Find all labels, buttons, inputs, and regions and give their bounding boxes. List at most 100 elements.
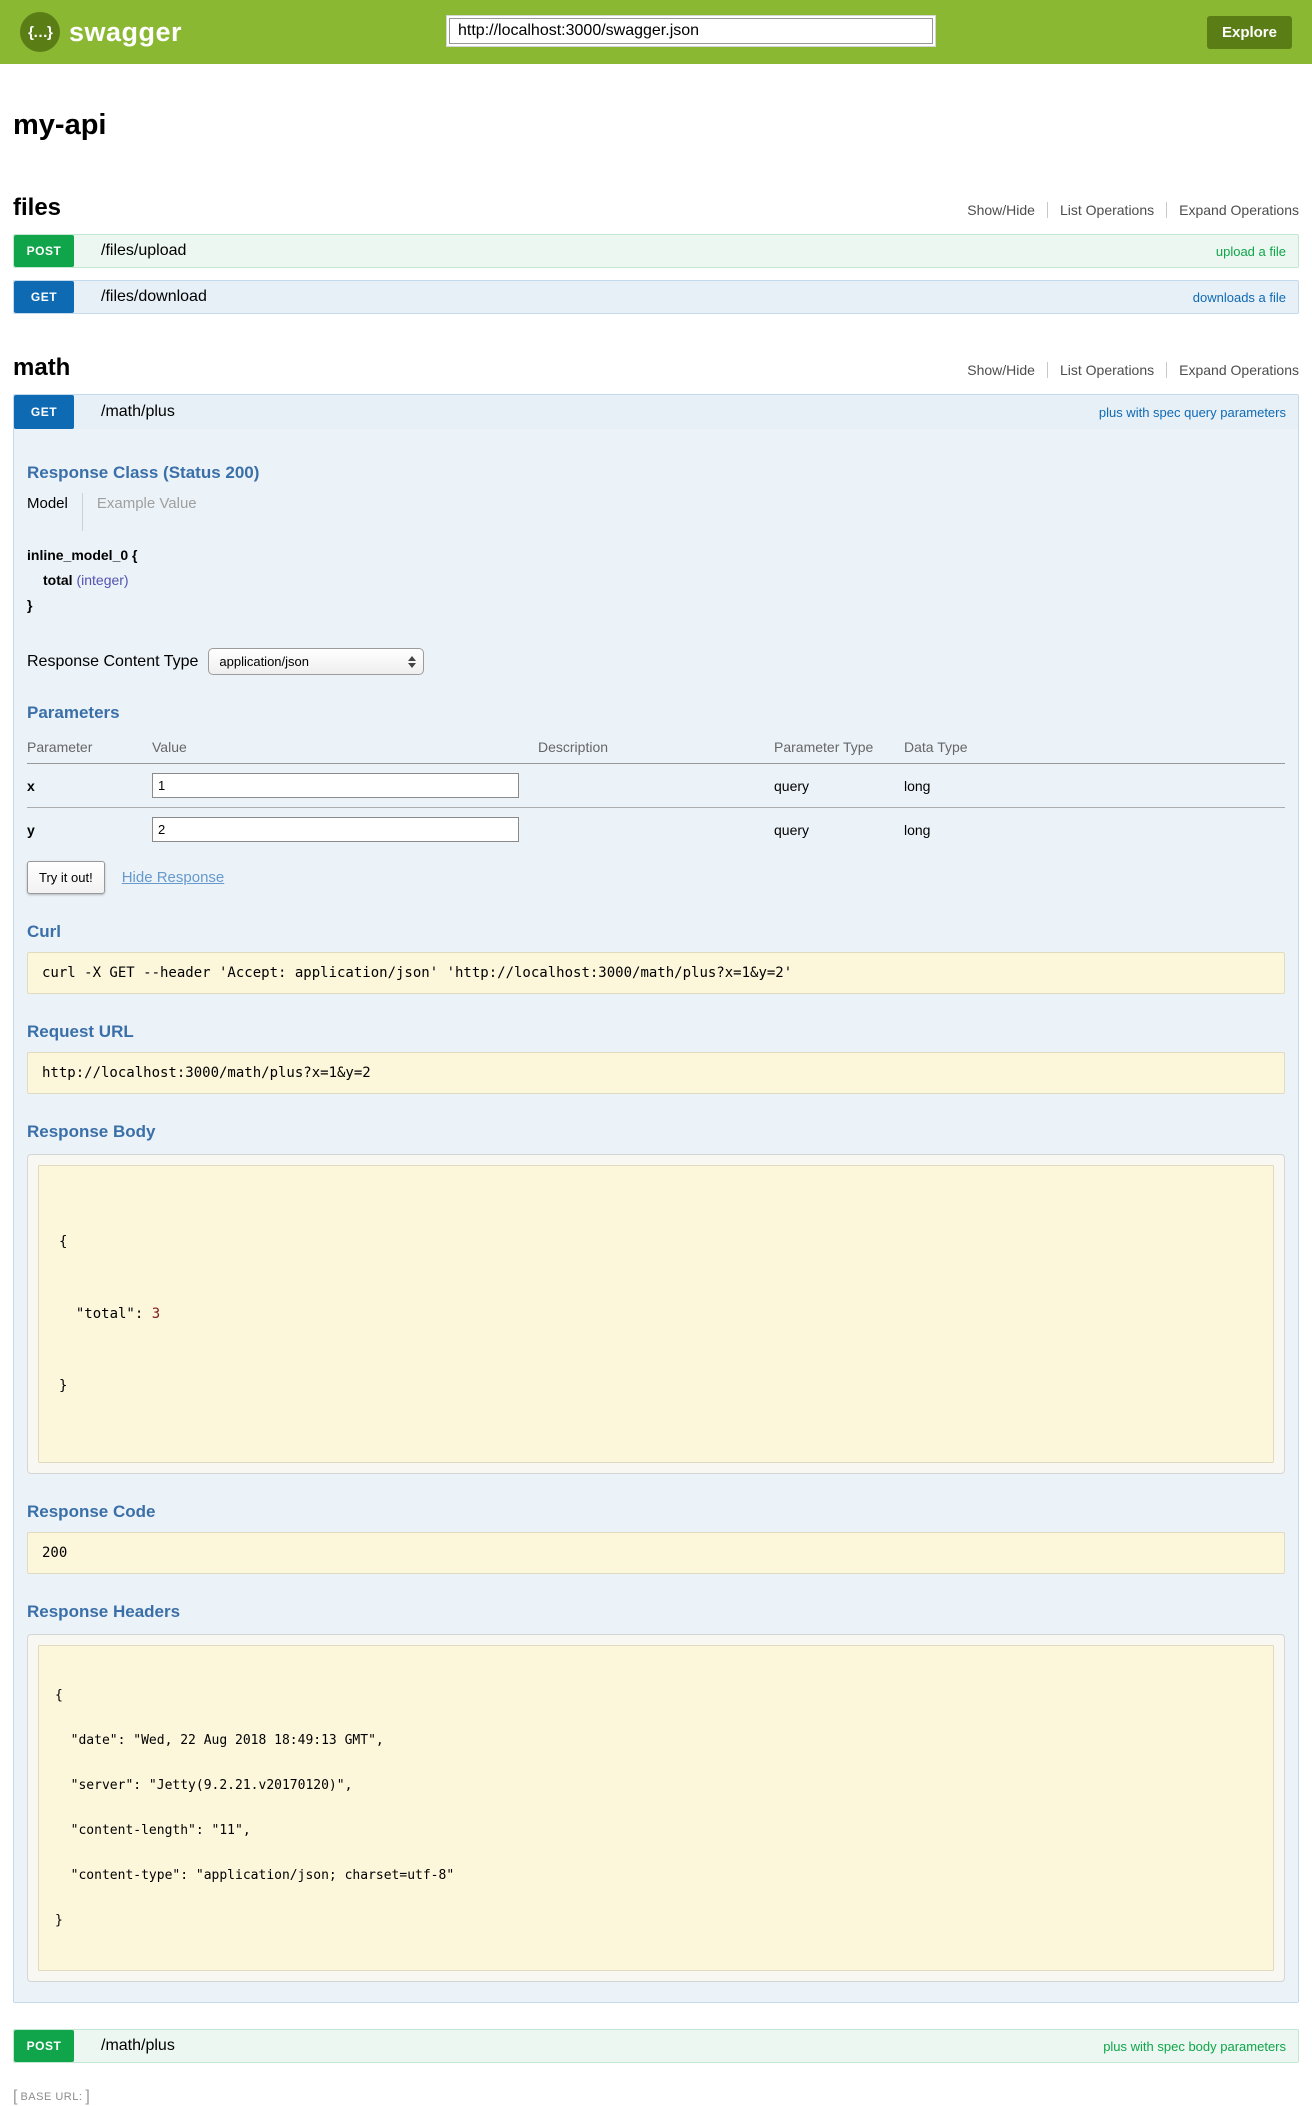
response-code-heading: Response Code: [27, 1502, 1285, 1522]
resource-title-files: files: [13, 194, 61, 222]
endpoint-path-link[interactable]: /math/plus: [101, 403, 175, 421]
parameters-table: Parameter Value Description Parameter Ty…: [27, 733, 1285, 851]
parameters-heading: Parameters: [27, 703, 1285, 723]
model-open-line: inline_model_0 {: [27, 543, 1285, 568]
model-tabs: Model Example Value: [27, 493, 1285, 531]
response-headers-heading: Response Headers: [27, 1602, 1285, 1622]
header-line: {: [55, 1688, 1257, 1703]
response-headers-container: { "date": "Wed, 22 Aug 2018 18:49:13 GMT…: [27, 1634, 1285, 1982]
response-body-heading: Response Body: [27, 1122, 1285, 1142]
model-property-name: total: [43, 572, 73, 588]
http-method-badge-post: POST: [14, 235, 74, 267]
response-code-box: 200: [27, 1532, 1285, 1574]
operation-content: Response Class (Status 200) Model Exampl…: [14, 429, 1298, 2002]
parameter-description: [538, 764, 774, 808]
list-operations-link[interactable]: List Operations: [1047, 202, 1166, 218]
column-header-parameter-type: Parameter Type: [774, 733, 904, 764]
expand-operations-link[interactable]: Expand Operations: [1166, 202, 1299, 218]
model-close-line: }: [27, 593, 1285, 618]
selected-content-type: application/json: [219, 654, 309, 669]
swagger-logo[interactable]: {…} swagger: [20, 12, 182, 52]
model-property-type: (integer): [76, 572, 128, 588]
request-url-heading: Request URL: [27, 1022, 1285, 1042]
column-header-data-type: Data Type: [904, 733, 1285, 764]
try-it-out-button[interactable]: Try it out!: [27, 861, 105, 894]
json-separator: :: [135, 1306, 152, 1322]
operation-heading: GET /math/plus plus with spec query para…: [14, 395, 1298, 429]
bracket-open: [: [13, 2088, 17, 2106]
expand-operations-link[interactable]: Expand Operations: [1166, 362, 1299, 378]
json-line: {: [59, 1230, 1253, 1254]
parameter-data-type: long: [904, 764, 1285, 808]
topbar: {…} swagger Explore: [0, 0, 1312, 64]
parameter-description: [538, 808, 774, 852]
column-header-parameter: Parameter: [27, 733, 152, 764]
endpoint-path-link[interactable]: /files/upload: [101, 242, 186, 260]
parameters-header-row: Parameter Value Description Parameter Ty…: [27, 733, 1285, 764]
curl-heading: Curl: [27, 922, 1285, 942]
json-number-value: 3: [152, 1306, 160, 1322]
try-it-out-row: Try it out! Hide Response: [27, 861, 1285, 894]
response-content-type-row: Response Content Type application/json: [27, 648, 1285, 675]
endpoint-summary-link[interactable]: upload a file: [1216, 244, 1286, 259]
base-url-footer: [ BASE URL: ]: [13, 2088, 1299, 2106]
response-body-box: { "total": 3 }: [38, 1165, 1274, 1463]
spec-url-box: [446, 15, 936, 47]
model-property-line: total (integer): [27, 568, 1285, 593]
parameter-type: query: [774, 808, 904, 852]
endpoint-row-files-upload: POST /files/upload upload a file: [13, 234, 1299, 268]
json-line: "total": 3: [59, 1302, 1253, 1326]
endpoint-path-link[interactable]: /math/plus: [101, 2037, 175, 2055]
parameter-type: query: [774, 764, 904, 808]
endpoint-row-files-download: GET /files/download downloads a file: [13, 280, 1299, 314]
parameter-value-input-y[interactable]: [152, 817, 519, 842]
header-line: "date": "Wed, 22 Aug 2018 18:49:13 GMT",: [55, 1733, 1257, 1748]
spec-url-input[interactable]: [449, 18, 933, 44]
model-signature: inline_model_0 { total (integer) }: [27, 543, 1285, 618]
bracket-close: ]: [85, 2088, 89, 2106]
endpoint-path-link[interactable]: /files/download: [101, 288, 207, 306]
response-body-container: { "total": 3 }: [27, 1154, 1285, 1474]
endpoint-summary-link[interactable]: plus with spec body parameters: [1103, 2039, 1286, 2054]
resource-header-files: files Show/Hide List Operations Expand O…: [13, 194, 1299, 222]
response-content-type-select[interactable]: application/json: [208, 648, 424, 675]
json-line: }: [59, 1374, 1253, 1398]
tab-divider: [82, 493, 83, 531]
tab-example-value[interactable]: Example Value: [97, 493, 197, 514]
page-title: my-api: [13, 109, 1299, 142]
json-key: "total": [59, 1306, 135, 1322]
column-header-value: Value: [152, 733, 538, 764]
http-method-badge-post: POST: [14, 2030, 74, 2062]
response-content-type-label: Response Content Type: [27, 653, 198, 671]
operation-get-math-plus: GET /math/plus plus with spec query para…: [13, 394, 1299, 2003]
base-url-label: BASE URL:: [20, 2091, 82, 2103]
list-operations-link[interactable]: List Operations: [1047, 362, 1166, 378]
request-url-box: http://localhost:3000/math/plus?x=1&y=2: [27, 1052, 1285, 1094]
header-line: "content-type": "application/json; chars…: [55, 1868, 1257, 1883]
hide-response-link[interactable]: Hide Response: [122, 869, 225, 886]
parameter-value-input-x[interactable]: [152, 773, 519, 798]
show-hide-link[interactable]: Show/Hide: [955, 362, 1047, 378]
parameter-data-type: long: [904, 808, 1285, 852]
http-method-badge-get: GET: [14, 395, 74, 429]
parameter-name: y: [27, 808, 152, 852]
swagger-logo-icon: {…}: [20, 12, 60, 52]
parameter-name: x: [27, 764, 152, 808]
brand-name: swagger: [69, 17, 182, 48]
response-headers-box: { "date": "Wed, 22 Aug 2018 18:49:13 GMT…: [38, 1645, 1274, 1971]
select-arrows-icon: [408, 656, 416, 668]
show-hide-link[interactable]: Show/Hide: [955, 202, 1047, 218]
endpoint-summary-link[interactable]: plus with spec query parameters: [1099, 405, 1286, 420]
endpoint-summary-link[interactable]: downloads a file: [1193, 290, 1286, 305]
parameter-row-x: x query long: [27, 764, 1285, 808]
endpoint-row-math-plus-post: POST /math/plus plus with spec body para…: [13, 2029, 1299, 2063]
parameter-row-y: y query long: [27, 808, 1285, 852]
explore-button[interactable]: Explore: [1207, 16, 1292, 49]
resource-controls: Show/Hide List Operations Expand Operati…: [955, 362, 1299, 378]
header-line: "server": "Jetty(9.2.21.v20170120)",: [55, 1778, 1257, 1793]
tab-model[interactable]: Model: [27, 493, 68, 514]
header-line: }: [55, 1913, 1257, 1928]
resource-title-math: math: [13, 354, 70, 382]
resource-controls: Show/Hide List Operations Expand Operati…: [955, 202, 1299, 218]
http-method-badge-get: GET: [14, 281, 74, 313]
